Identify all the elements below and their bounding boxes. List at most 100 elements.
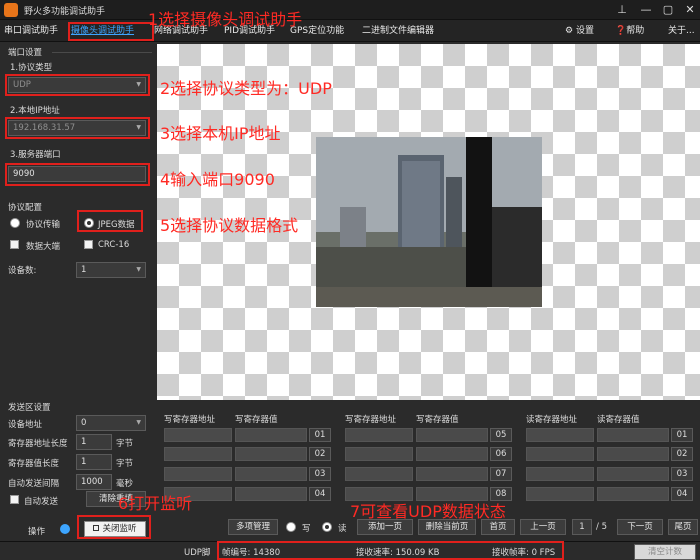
help-icon: ❓ (615, 26, 627, 36)
port-group-title: 端口设置 (8, 48, 43, 58)
checkbox-auto-send[interactable] (10, 495, 19, 504)
title-bar: 野火多功能调试助手 ⊥ — ▢ ✕ (0, 0, 700, 20)
reg-val-len-unit: 字节 (116, 459, 134, 469)
pin-icon[interactable]: ⊥ (614, 2, 630, 18)
help-button[interactable]: ❓帮助 (615, 23, 644, 39)
annotation-3: 3选择本机IP地址 (160, 124, 281, 143)
checkbox-crc[interactable] (84, 240, 93, 249)
reg-addr-input[interactable] (164, 447, 232, 461)
chevron-down-icon: ▼ (136, 419, 141, 426)
highlight-close-listen (77, 515, 151, 539)
auto-send-label: 自动发送 (24, 497, 59, 507)
annotation-4: 4输入端口9090 (160, 170, 275, 189)
reg-addr-input[interactable] (526, 428, 594, 442)
prev-page-button[interactable]: 上一页 (520, 519, 566, 535)
server-port-label: 3.服务器端口 (10, 150, 61, 160)
reg-addr-len-input[interactable]: 1 (76, 434, 112, 450)
highlight-ip (5, 117, 150, 139)
col2-write-addr-header: 写寄存器地址 (345, 415, 397, 425)
highlight-camera-tab (68, 22, 154, 41)
reg-row-button[interactable]: 03 (309, 467, 331, 481)
reg-row-button[interactable]: 01 (671, 428, 693, 442)
big-endian-label: 数据大端 (26, 242, 61, 252)
checkbox-big-endian[interactable] (10, 240, 19, 249)
dev-addr-value: 0 (81, 418, 87, 428)
interval-input[interactable]: 1000 (76, 474, 112, 490)
reg-row-button[interactable]: 03 (671, 467, 693, 481)
minimize-icon[interactable]: — (638, 2, 654, 18)
next-page-button[interactable]: 下一页 (617, 519, 663, 535)
radio-read-label: 读 (338, 524, 347, 534)
reg-row-button[interactable]: 04 (671, 487, 693, 501)
camera-frame (316, 137, 542, 307)
radio-read[interactable] (322, 522, 332, 532)
page-number-input[interactable]: 1 (572, 519, 592, 535)
reg-row-button[interactable]: 01 (309, 428, 331, 442)
reg-value-input[interactable] (597, 487, 669, 501)
reg-row-button[interactable]: 02 (309, 447, 331, 461)
window-title: 野火多功能调试助手 (24, 7, 106, 17)
reg-row-button[interactable]: 06 (490, 447, 512, 461)
dev-addr-select[interactable]: 0 ▼ (76, 415, 146, 431)
page-total: / 5 (596, 522, 607, 532)
dev-addr-label: 设备地址 (8, 420, 43, 430)
reg-addr-input[interactable] (526, 467, 594, 481)
col1-write-value-header: 写寄存器值 (235, 415, 278, 425)
maximize-icon[interactable]: ▢ (660, 2, 676, 18)
highlight-jpeg (77, 210, 143, 232)
col2-write-value-header: 写寄存器值 (416, 415, 459, 425)
reg-value-input[interactable] (597, 447, 669, 461)
reg-value-input[interactable] (416, 467, 488, 481)
reg-value-input[interactable] (235, 487, 307, 501)
reg-addr-input[interactable] (345, 428, 413, 442)
interval-unit: 毫秒 (116, 479, 134, 489)
reg-row-button[interactable]: 07 (490, 467, 512, 481)
camera-photo (316, 137, 542, 307)
reg-row-button[interactable]: 02 (671, 447, 693, 461)
device-count-select[interactable]: 1 ▼ (76, 262, 146, 278)
app-logo-icon (4, 3, 18, 17)
reg-addr-input[interactable] (164, 467, 232, 481)
last-page-button[interactable]: 尾页 (668, 519, 698, 535)
reg-value-input[interactable] (235, 467, 307, 481)
annotation-7: 7可查看UDP数据状态 (350, 502, 506, 521)
reg-addr-input[interactable] (526, 447, 594, 461)
reg-value-input[interactable] (235, 428, 307, 442)
highlight-status (217, 541, 564, 560)
clear-count-button[interactable]: 清空计数 (634, 544, 696, 560)
reg-addr-input[interactable] (164, 428, 232, 442)
annotation-5: 5选择协议数据格式 (160, 216, 299, 235)
close-icon[interactable]: ✕ (682, 2, 698, 18)
col1-write-addr-header: 写寄存器地址 (164, 415, 216, 425)
chevron-down-icon: ▼ (136, 266, 141, 273)
radio-protocol-transport[interactable] (10, 218, 20, 228)
radio-write[interactable] (286, 522, 296, 532)
reg-value-input[interactable] (416, 447, 488, 461)
reg-value-input[interactable] (597, 467, 669, 481)
device-count-value: 1 (81, 265, 87, 275)
multi-manage-button[interactable]: 多项管理 (228, 519, 278, 535)
reg-value-input[interactable] (416, 428, 488, 442)
ip-label: 2.本地IP地址 (10, 106, 60, 116)
protocol-label: 1.协议类型 (10, 63, 53, 73)
annotation-2: 2选择协议类型为：UDP (160, 79, 332, 98)
reg-row-button[interactable]: 05 (490, 428, 512, 442)
reg-addr-input[interactable] (345, 447, 413, 461)
port-group-border (52, 52, 152, 53)
about-button[interactable]: 关于... (668, 23, 695, 39)
settings-button[interactable]: ⚙ 设置 (565, 23, 594, 39)
reg-row-button[interactable]: 04 (309, 487, 331, 501)
tab-serial[interactable]: 串口调试助手 (4, 23, 58, 39)
tab-binary-editor[interactable]: 二进制文件编辑器 (362, 23, 434, 39)
reg-val-len-input[interactable]: 1 (76, 454, 112, 470)
send-group-title: 发送区设置 (8, 403, 51, 413)
radio-write-label: 写 (302, 524, 311, 534)
reg-value-input[interactable] (235, 447, 307, 461)
reg-value-input[interactable] (597, 428, 669, 442)
reg-val-len-label: 寄存器值长度 (8, 459, 60, 469)
reg-addr-input[interactable] (345, 467, 413, 481)
col3-read-value-header: 读寄存器值 (597, 415, 640, 425)
reg-addr-input[interactable] (526, 487, 594, 501)
interval-label: 自动发送间隔 (8, 479, 60, 489)
highlight-port (5, 163, 150, 186)
